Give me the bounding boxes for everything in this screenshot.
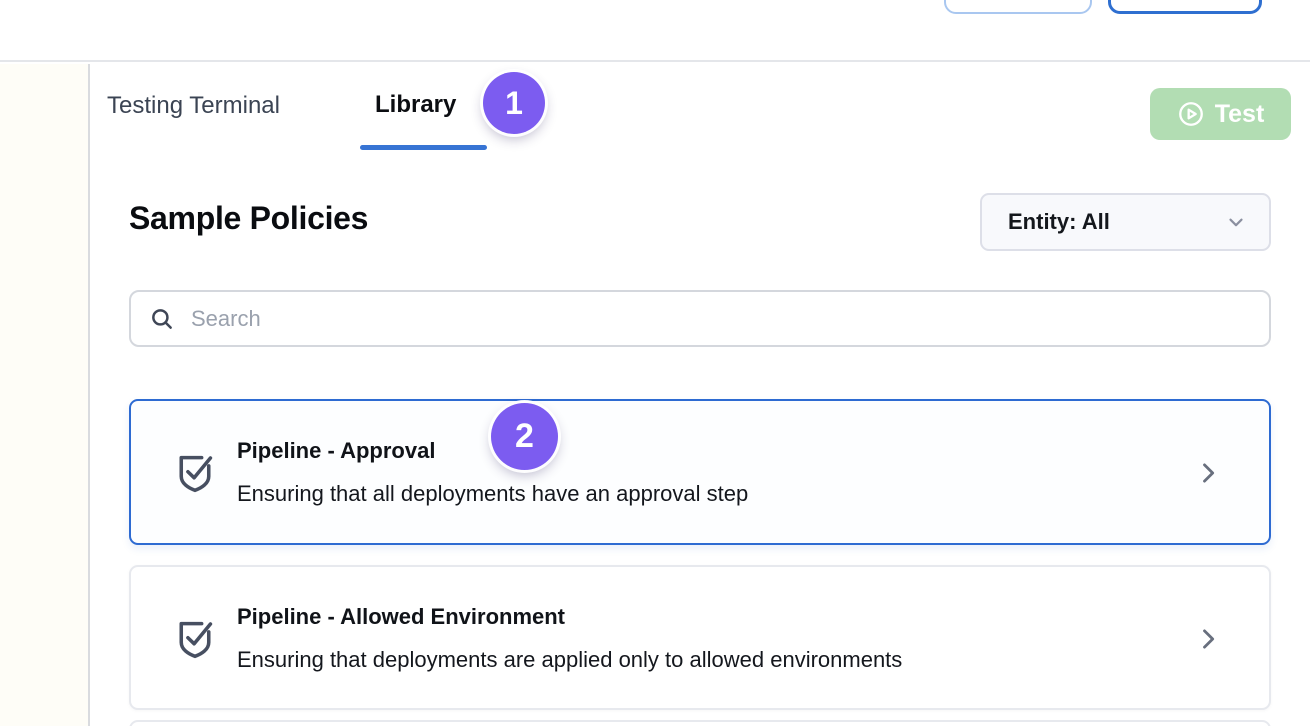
- search-input[interactable]: [191, 306, 1251, 332]
- search-icon: [149, 306, 175, 332]
- policy-description: Ensuring that all deployments have an ap…: [237, 481, 748, 507]
- policy-description: Ensuring that deployments are applied on…: [237, 647, 902, 673]
- tab-library[interactable]: Library: [375, 91, 456, 119]
- step-badge-1: 1: [483, 72, 545, 134]
- left-sidebar-rail: [0, 64, 90, 726]
- chevron-down-icon: [1225, 211, 1247, 233]
- chevron-right-icon: [1194, 625, 1222, 658]
- plus-icon: +: [979, 0, 995, 3]
- search-bar: [129, 290, 1271, 347]
- test-button[interactable]: Test: [1150, 88, 1291, 140]
- shield-check-icon: [170, 448, 220, 503]
- step-badge-2: 2: [491, 403, 558, 470]
- save-button-label: Save: [1003, 0, 1057, 3]
- entity-filter-value: Entity: All: [1008, 209, 1110, 235]
- policy-title: Pipeline - Approval: [237, 438, 435, 464]
- shield-check-icon: [170, 614, 220, 669]
- tab-testing-terminal[interactable]: Testing Terminal: [107, 92, 280, 120]
- chevron-right-icon: [1194, 459, 1222, 492]
- discard-button[interactable]: Discard: [1108, 0, 1262, 14]
- discard-button-label: Discard: [1143, 0, 1227, 3]
- save-button[interactable]: + Save: [944, 0, 1092, 14]
- play-circle-icon: [1177, 100, 1205, 128]
- entity-filter-dropdown[interactable]: Entity: All: [980, 193, 1271, 251]
- active-tab-underline: [360, 145, 487, 150]
- policy-card-pipeline-allowed-environment[interactable]: Pipeline - Allowed Environment Ensuring …: [129, 565, 1271, 710]
- policy-title: Pipeline - Allowed Environment: [237, 604, 565, 630]
- test-button-label: Test: [1215, 100, 1265, 129]
- page-title: Sample Policies: [129, 200, 368, 237]
- top-toolbar: + Save Discard: [0, 0, 1310, 62]
- policy-card-pipeline-approval[interactable]: Pipeline - Approval Ensuring that all de…: [129, 399, 1271, 545]
- policy-card-partial[interactable]: [129, 720, 1271, 726]
